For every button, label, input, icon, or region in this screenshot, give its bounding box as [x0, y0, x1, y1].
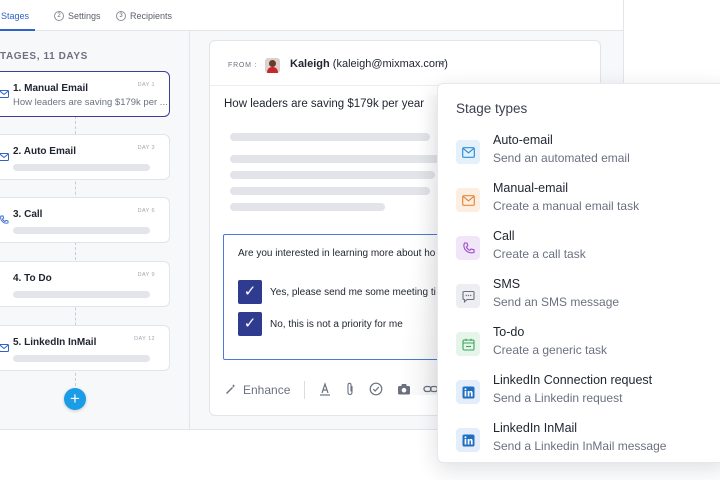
- stages-header: TAGES, 11 DAYS: [0, 51, 88, 62]
- stage-type-linkedin-inmail[interactable]: LinkedIn InMail Send a Linkedin InMail m…: [438, 421, 720, 465]
- stages-column: TAGES, 11 DAYS 1. Manual Email DAY 1 How…: [0, 31, 190, 429]
- phone-icon: [0, 215, 9, 225]
- stage-type-description: Create a call task: [493, 247, 586, 261]
- stage-type-description: Send a Linkedin request: [493, 391, 623, 405]
- from-label: FROM :: [228, 62, 258, 69]
- stage-placeholder-bar: [13, 164, 150, 171]
- stage-type-name: SMS: [493, 277, 521, 291]
- stage-type-call[interactable]: Call Create a call task: [438, 229, 720, 273]
- stage-type-linkedin-connection-request[interactable]: LinkedIn Connection request Send a Linke…: [438, 373, 720, 417]
- checkmark-icon: ✓: [238, 312, 262, 336]
- stage-types-popover: Stage types Auto-email Send an automated…: [437, 83, 720, 463]
- paperclip-icon[interactable]: [344, 382, 356, 399]
- stage-title: 3. Call: [13, 209, 43, 220]
- stage-type-name: Call: [493, 229, 515, 243]
- calendar-icon: [456, 332, 480, 356]
- stage-card-auto-email[interactable]: 2. Auto Email DAY 3: [0, 134, 170, 180]
- chevron-down-icon[interactable]: [437, 58, 446, 69]
- body-placeholder-line: [230, 171, 435, 179]
- chat-bubble-icon: [456, 284, 480, 308]
- stage-day: DAY 6: [137, 208, 155, 214]
- stage-type-name: To-do: [493, 325, 525, 339]
- stage-day: DAY 12: [134, 336, 155, 342]
- tab-label: Stages: [1, 10, 30, 21]
- avatar: [265, 58, 280, 73]
- tab-settings[interactable]: 2 Settings: [54, 0, 101, 31]
- text-format-icon[interactable]: [319, 382, 331, 399]
- stage-type-description: Send an SMS message: [493, 295, 620, 309]
- sender-name: Kaleigh: [290, 58, 330, 70]
- body-placeholder-line: [230, 187, 430, 195]
- stage-title: 5. LinkedIn InMail: [13, 337, 97, 348]
- body-placeholder-line: [230, 133, 430, 141]
- stage-title: 4. To Do: [13, 273, 52, 284]
- phone-icon: [456, 236, 480, 260]
- poll-option-label: No, this is not a priority for me: [270, 319, 403, 330]
- sender-email: (kaleigh@mixmax.com): [332, 58, 448, 70]
- stage-type-auto-email[interactable]: Auto-email Send an automated email: [438, 133, 720, 177]
- magic-wand-icon[interactable]: [225, 383, 237, 398]
- envelope-icon: [0, 89, 9, 99]
- stage-day: DAY 9: [137, 272, 155, 278]
- popover-title: Stage types: [456, 101, 528, 116]
- stage-card-to-do[interactable]: 4. To Do DAY 9: [0, 261, 170, 307]
- step-number-badge: 2: [54, 10, 64, 21]
- sender-selector[interactable]: Kaleigh (kaleigh@mixmax.com): [290, 58, 448, 70]
- tab-stages[interactable]: Stages: [0, 0, 36, 31]
- body-placeholder-line: [230, 203, 385, 211]
- stage-day: DAY 1: [137, 82, 155, 88]
- stage-day: DAY 3: [137, 145, 155, 151]
- stage-placeholder-bar: [13, 227, 150, 234]
- email-subject[interactable]: How leaders are saving $179k per year: [224, 98, 424, 110]
- stage-title: 1. Manual Email: [13, 83, 89, 94]
- envelope-icon: [456, 140, 480, 164]
- tab-label: Recipients: [130, 10, 173, 21]
- stage-card-linkedin-inmail[interactable]: 5. LinkedIn InMail DAY 12: [0, 325, 170, 371]
- linkedin-icon: [456, 380, 480, 404]
- checkmark-icon: ✓: [238, 280, 262, 304]
- enhance-button[interactable]: Enhance: [243, 383, 290, 397]
- stage-type-name: Auto-email: [493, 133, 553, 147]
- stage-type-name: LinkedIn Connection request: [493, 373, 653, 387]
- stage-card-call[interactable]: 3. Call DAY 6: [0, 197, 170, 243]
- stage-type-name: LinkedIn InMail: [493, 421, 578, 435]
- stage-type-description: Create a manual email task: [493, 199, 640, 213]
- envelope-icon: [0, 343, 9, 353]
- stage-type-description: Send a Linkedin InMail message: [493, 439, 667, 453]
- stage-type-description: Create a generic task: [493, 343, 608, 357]
- stage-type-description: Send an automated email: [493, 151, 630, 165]
- check-circle-icon[interactable]: [369, 382, 383, 399]
- tab-recipients[interactable]: 3 Recipients: [116, 0, 172, 31]
- add-stage-button[interactable]: +: [64, 388, 86, 410]
- stage-placeholder-bar: [13, 355, 150, 362]
- tab-label: Settings: [68, 10, 101, 21]
- stage-title: 2. Auto Email: [13, 146, 76, 157]
- stage-subtitle: How leaders are saving $179k per ...: [13, 97, 168, 108]
- stage-placeholder-bar: [13, 291, 150, 298]
- stage-type-name: Manual-email: [493, 181, 569, 195]
- stage-type-sms[interactable]: SMS Send an SMS message: [438, 277, 720, 321]
- envelope-icon: [456, 188, 480, 212]
- step-number-badge: 3: [116, 10, 126, 21]
- linkedin-icon: [456, 428, 480, 452]
- stage-type-to-do[interactable]: To-do Create a generic task: [438, 325, 720, 369]
- body-placeholder-line: [230, 155, 440, 163]
- poll-question: Are you interested in learning more abou…: [238, 248, 436, 259]
- stage-type-manual-email[interactable]: Manual-email Create a manual email task: [438, 181, 720, 225]
- toolbar-divider: [304, 381, 305, 399]
- from-row: FROM : Kaleigh (kaleigh@mixmax.com): [210, 41, 600, 86]
- tab-bar: Stages 2 Settings 3 Recipients: [0, 0, 623, 31]
- stage-card-manual-email[interactable]: 1. Manual Email DAY 1 How leaders are sa…: [0, 71, 170, 117]
- envelope-icon: [0, 152, 9, 162]
